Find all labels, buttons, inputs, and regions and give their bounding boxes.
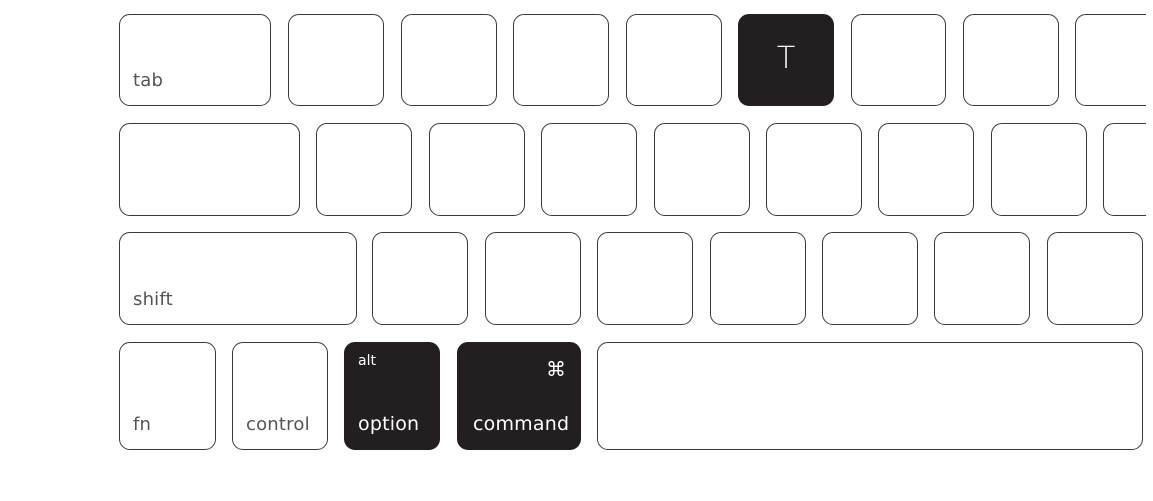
key [288,14,384,106]
key-tab: tab [119,14,271,106]
key-shift: shift [119,232,357,325]
key-space [597,342,1143,450]
key [991,123,1087,216]
key [401,14,497,106]
key [710,232,806,325]
key-label: option [358,413,420,435]
key-control: control [232,342,328,450]
key [1047,232,1143,325]
key-t: T [738,14,834,106]
key [513,14,609,106]
key [626,14,722,106]
key [429,123,525,216]
key [1103,123,1146,216]
key [766,123,862,216]
key [316,123,412,216]
key [822,232,918,325]
key [1075,14,1146,106]
key [372,232,468,325]
key-label: command [473,413,570,435]
key-label: tab [133,70,164,91]
key [597,232,693,325]
key-label: control [246,414,310,435]
key-label: T [776,41,796,76]
key [878,123,974,216]
key [934,232,1030,325]
key-sublabel: alt [358,353,376,369]
key [851,14,946,106]
command-icon: ⌘ [546,357,566,381]
key-caps-lock [119,123,300,216]
key-fn: fn [119,342,216,450]
keyboard-diagram: tab T shift fn control alt option ⌘ comm… [0,0,1146,501]
key-command: ⌘ command [457,342,581,450]
key [654,123,750,216]
key [485,232,581,325]
key-label: shift [133,289,173,310]
key [963,14,1059,106]
key [541,123,637,216]
key-label: fn [133,414,152,435]
key-option: alt option [344,342,440,450]
